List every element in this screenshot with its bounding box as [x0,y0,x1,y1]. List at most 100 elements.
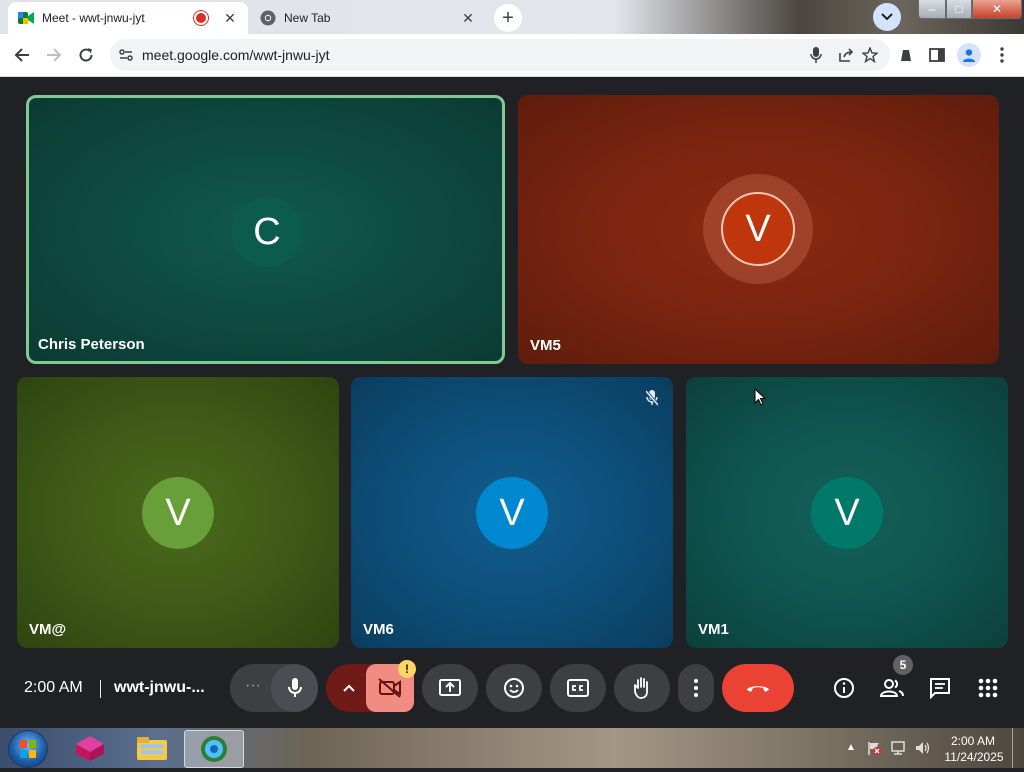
tab-meet[interactable]: Meet - wwt-jnwu-jyt ✕ [8,2,248,34]
bookmark-star-icon[interactable] [860,45,880,65]
warning-badge-icon: ! [398,660,416,678]
close-tab-icon[interactable]: ✕ [460,10,476,27]
chat-button[interactable] [926,674,954,702]
meeting-details-button[interactable] [830,674,858,702]
tab-new-tab[interactable]: New Tab ✕ [250,2,486,34]
recording-indicator-icon [194,11,208,25]
tab-title: Meet - wwt-jnwu-jyt [42,11,145,25]
microphone-icon [287,678,302,697]
participant-tile-chris-peterson[interactable]: C Chris Peterson [26,95,505,364]
closed-captions-icon [567,679,589,697]
emoji-reaction-button[interactable] [486,664,542,712]
people-button[interactable] [878,674,906,702]
participant-avatar: C [232,197,302,267]
close-tab-icon[interactable]: ✕ [222,10,238,27]
present-screen-icon [439,679,461,696]
reload-button[interactable] [73,42,99,68]
captions-button[interactable] [550,664,606,712]
end-call-icon [747,686,769,692]
taskbar-app-file-explorer[interactable] [124,730,180,766]
volume-icon[interactable] [914,740,930,759]
action-center-flag-icon[interactable] [866,740,882,759]
chevron-down-icon [881,13,893,21]
muted-mic-icon [641,387,663,409]
meeting-clock: 2:00 AM [24,679,83,696]
more-options-button[interactable] [678,664,714,712]
browser-globe-icon [201,736,227,762]
camera-off-icon [378,678,401,698]
people-icon [879,679,904,697]
back-button[interactable] [9,42,35,68]
participant-tile-vm6[interactable]: V VM6 [351,377,673,648]
chrome-icon [260,10,276,26]
tab-strip: Meet - wwt-jnwu-jyt ✕ New Tab ✕ + – □ ✕ [0,0,1024,34]
chat-icon [930,678,950,699]
forward-button[interactable] [41,42,67,68]
profile-avatar-icon[interactable] [957,43,981,67]
participant-avatar: V [142,477,214,549]
participant-avatar: V [721,192,795,266]
participant-name: VM6 [363,621,394,638]
info-icon [834,678,854,698]
mouse-cursor-icon [754,387,767,411]
tab-search-button[interactable] [873,3,901,31]
participant-avatar: V [476,477,548,549]
show-hidden-icons-icon[interactable]: ▲ [846,742,856,753]
microphone-permission-icon[interactable] [806,45,826,65]
taskbar-clock-date[interactable]: 11/24/2025 [942,750,1006,764]
avatar-initial: V [834,491,860,534]
chrome-menu-icon[interactable] [991,44,1013,66]
meet-stage: C Chris Peterson V VM5 V VM@ V VM6 V VM1 [0,77,1024,728]
divider [100,680,101,698]
more-vertical-icon [694,679,698,697]
side-panel-icon[interactable] [926,44,948,66]
avatar-initial: V [165,491,191,534]
maximize-button[interactable]: □ [946,0,972,19]
windows-taskbar: ▲ 2:00 AM 11/24/2025 [0,728,1024,768]
taskbar-clock-time[interactable]: 2:00 AM [950,734,996,748]
apps-grid-icon [978,678,998,698]
participant-tile-vm1[interactable]: V VM1 [686,377,1008,648]
present-screen-button[interactable] [422,664,478,712]
warning-symbol: ! [405,662,409,676]
tab-title: New Tab [284,11,331,25]
participant-name: VM@ [29,621,67,638]
participant-tile-vm5[interactable]: V VM5 [518,95,999,364]
forward-arrow-icon [47,48,62,62]
back-arrow-icon [14,48,29,62]
video-options-button[interactable] [336,676,362,700]
audio-options-button[interactable]: ··· [240,677,266,695]
taskbar-app-browser[interactable] [184,730,244,768]
avatar-initial: V [745,207,771,250]
show-desktop-button[interactable] [1012,728,1023,768]
url-text: meet.google.com/wwt-jnwu-jyt [142,47,330,63]
close-window-button[interactable]: ✕ [972,0,1022,19]
microphone-button[interactable] [271,664,318,712]
raise-hand-button[interactable] [614,664,670,712]
google-meet-icon [18,10,34,26]
avatar-initial: C [253,210,281,253]
minimize-button[interactable]: – [918,0,946,19]
reload-icon [79,48,93,62]
leave-call-button[interactable] [722,664,794,712]
activities-button[interactable] [974,674,1002,702]
new-tab-button[interactable]: + [494,4,522,32]
folder-icon [137,737,167,760]
start-button[interactable] [8,730,48,768]
meeting-code: wwt-jnwu-... [114,679,205,696]
participant-tile-vm-at[interactable]: V VM@ [17,377,339,648]
participant-name: Chris Peterson [38,336,145,353]
chevron-up-icon [343,684,355,692]
site-info-icon[interactable] [116,45,136,65]
participant-name: VM5 [530,337,561,354]
avatar-initial: V [499,491,525,534]
toolbox-icon [76,736,104,761]
window-controls: – □ ✕ [918,0,1022,20]
system-tray: ▲ 2:00 AM 11/24/2025 [840,728,1024,768]
windows-logo-icon [20,740,36,758]
share-icon[interactable] [836,45,856,65]
taskbar-app-toolbox[interactable] [62,730,118,766]
address-bar[interactable]: meet.google.com/wwt-jnwu-jyt [110,39,890,71]
extension-icon[interactable] [895,44,917,66]
network-icon[interactable] [890,740,906,759]
